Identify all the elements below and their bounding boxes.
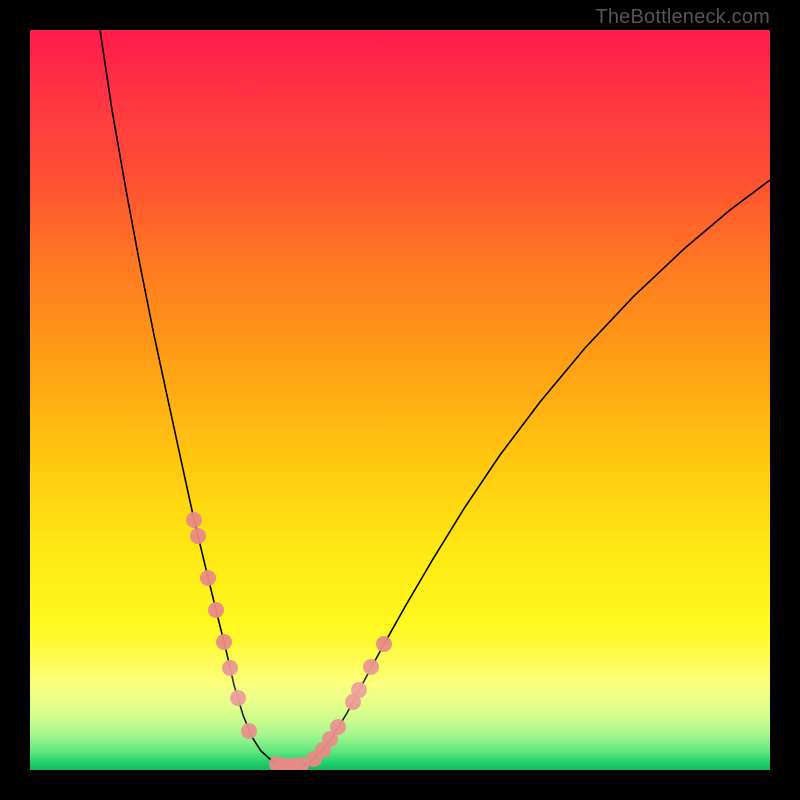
data-marker	[230, 690, 246, 706]
data-marker	[200, 570, 216, 586]
marker-group-left	[186, 512, 257, 739]
plot-area	[30, 30, 770, 770]
chart-svg	[30, 30, 770, 770]
bottleneck-curve-left	[100, 30, 282, 765]
data-marker	[241, 723, 257, 739]
chart-frame: TheBottleneck.com	[0, 0, 800, 800]
data-marker	[186, 512, 202, 528]
data-marker	[208, 602, 224, 618]
data-marker	[190, 528, 206, 544]
data-marker	[222, 660, 238, 676]
attribution-text: TheBottleneck.com	[595, 6, 770, 29]
data-marker	[363, 659, 379, 675]
marker-group-right	[306, 636, 392, 767]
data-marker	[351, 682, 367, 698]
marker-group-bottom	[269, 756, 309, 770]
data-marker	[330, 719, 346, 735]
data-marker	[216, 634, 232, 650]
data-marker	[376, 636, 392, 652]
bottleneck-curve-right	[304, 180, 770, 765]
